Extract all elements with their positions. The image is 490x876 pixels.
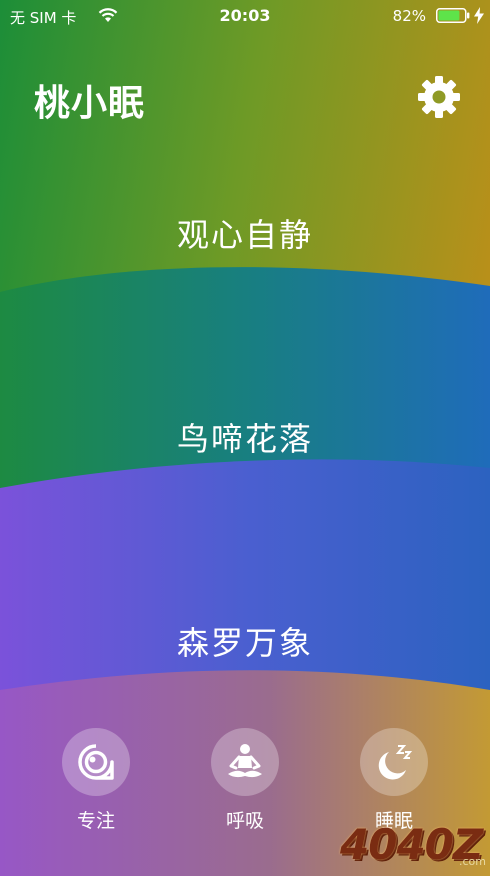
nav-breath[interactable]: 呼吸: [209, 728, 281, 833]
nav-focus[interactable]: 专注: [60, 728, 132, 833]
meditation-icon: [228, 744, 262, 778]
mode-guanxin-zijing[interactable]: 观心自静: [0, 210, 490, 256]
nav-sleep-circle: [360, 728, 428, 796]
status-bar: 无 SIM 卡 20:03 82%: [0, 0, 490, 34]
gear-icon[interactable]: [416, 74, 462, 120]
battery-icon: [436, 8, 470, 23]
watermark-domain: .com: [459, 855, 486, 868]
nav-focus-circle: [62, 728, 130, 796]
nav-focus-label: 专注: [76, 810, 115, 832]
watermark-logo: 4040Z .com: [340, 820, 486, 872]
focus-eye-icon: [78, 744, 114, 780]
mode-niaoti-hualuo[interactable]: 鸟啼花落: [0, 414, 490, 460]
battery-percent: 82%: [392, 7, 426, 25]
nav-sleep[interactable]: 睡眠: [358, 728, 430, 833]
mode-senluo-wanxiang[interactable]: 森罗万象: [0, 618, 490, 664]
nav-breath-circle: [211, 728, 279, 796]
moon-zzz-icon: [378, 745, 413, 780]
nav-breath-label: 呼吸: [225, 810, 264, 832]
app-title: 桃小眠: [34, 83, 146, 124]
charging-bolt-icon: [474, 7, 484, 24]
